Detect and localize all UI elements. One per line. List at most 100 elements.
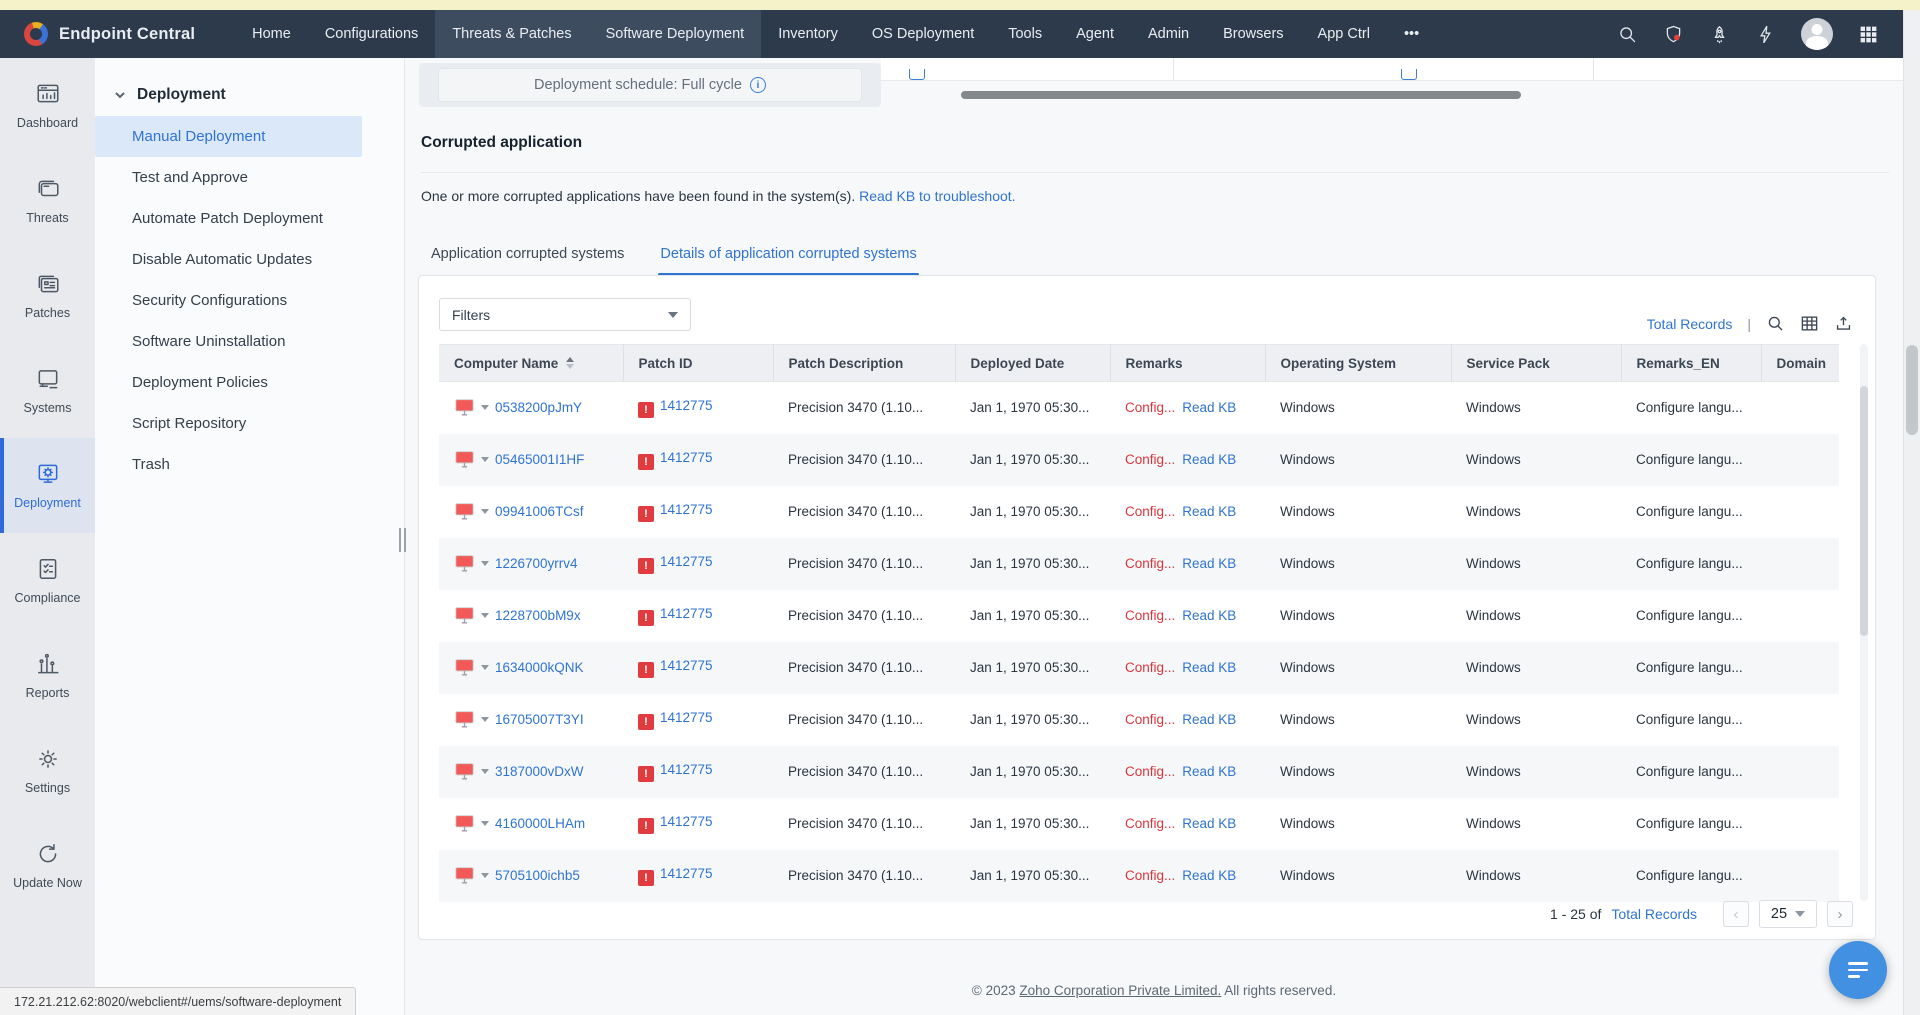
col-computer-name[interactable]: Computer Name: [439, 345, 623, 382]
1634000kQNK[interactable]: 1634000kQNK 1412775 Precision 3470 (1.10…: [439, 642, 1839, 694]
chevron-down-icon[interactable]: [481, 405, 489, 410]
rail-item-patches[interactable]: Patches: [0, 248, 95, 343]
page-size-select[interactable]: 25: [1759, 900, 1817, 928]
computer-icon[interactable]: [454, 814, 475, 833]
computer-name-link[interactable]: 1226700yrrv4: [495, 556, 578, 571]
read-kb-troubleshoot-link[interactable]: Read KB to troubleshoot.: [859, 188, 1015, 204]
sort-icon[interactable]: [566, 357, 574, 369]
patch-id-link[interactable]: 1412775: [660, 450, 713, 465]
avatar[interactable]: [1801, 18, 1833, 50]
patch-id-link[interactable]: 1412775: [660, 762, 713, 777]
total-records-link[interactable]: Total Records: [1647, 316, 1733, 332]
1226700yrrv4[interactable]: 1226700yrrv4 1412775 Precision 3470 (1.1…: [439, 538, 1839, 590]
computer-name-link[interactable]: 05465001I1HF: [495, 452, 584, 467]
5705100ichb5[interactable]: 5705100ichb5 1412775 Precision 3470 (1.1…: [439, 850, 1839, 902]
computer-name-link[interactable]: 16705007T3YI: [495, 712, 584, 727]
rail-item-update-now[interactable]: Update Now: [0, 818, 95, 913]
read-kb-link[interactable]: Read KB: [1182, 556, 1236, 571]
computer-icon[interactable]: [454, 710, 475, 729]
09941006TCsf[interactable]: 09941006TCsf 1412775 Precision 3470 (1.1…: [439, 486, 1839, 538]
nav-software-deployment[interactable]: Software Deployment: [589, 10, 762, 58]
nav-threats-patches[interactable]: Threats & Patches: [435, 10, 588, 58]
rail-item-threats[interactable]: Threats: [0, 153, 95, 248]
rail-item-settings[interactable]: Settings: [0, 723, 95, 818]
read-kb-link[interactable]: Read KB: [1182, 504, 1236, 519]
sidebar-item-trash[interactable]: Trash: [95, 444, 362, 485]
computer-name-link[interactable]: 09941006TCsf: [495, 504, 584, 519]
0538200pJmY[interactable]: 0538200pJmY 1412775 Precision 3470 (1.10…: [439, 382, 1839, 434]
computer-icon[interactable]: [454, 502, 475, 521]
chevron-down-icon[interactable]: [481, 613, 489, 618]
rail-item-dashboard[interactable]: Dashboard: [0, 58, 95, 153]
05465001I1HF[interactable]: 05465001I1HF 1412775 Precision 3470 (1.1…: [439, 434, 1839, 486]
sidebar-section-deployment[interactable]: Deployment: [95, 76, 404, 116]
sidebar-item-manual-deployment[interactable]: Manual Deployment: [95, 116, 362, 157]
column-chooser-icon[interactable]: [1800, 314, 1819, 333]
next-page-button[interactable]: ›: [1827, 901, 1853, 927]
chevron-down-icon[interactable]: [481, 561, 489, 566]
export-icon[interactable]: [1834, 314, 1853, 333]
16705007T3YI[interactable]: 16705007T3YI 1412775 Precision 3470 (1.1…: [439, 694, 1839, 746]
computer-icon[interactable]: [454, 762, 475, 781]
1228700bM9x[interactable]: 1228700bM9x 1412775 Precision 3470 (1.10…: [439, 590, 1839, 642]
rocket-icon[interactable]: [1709, 24, 1730, 45]
patch-id-link[interactable]: 1412775: [660, 658, 713, 673]
tab-application-corrupted-systems[interactable]: Application corrupted systems: [429, 240, 626, 276]
rail-item-reports[interactable]: Reports: [0, 628, 95, 723]
search-icon[interactable]: [1617, 24, 1638, 45]
brand[interactable]: Endpoint Central: [0, 10, 235, 58]
computer-name-link[interactable]: 4160000LHAm: [495, 816, 585, 831]
horizontal-scrollbar-thumb[interactable]: [961, 91, 1521, 99]
patch-id-link[interactable]: 1412775: [660, 398, 713, 413]
previous-page-button[interactable]: ‹: [1723, 901, 1749, 927]
nav-home[interactable]: Home: [235, 10, 308, 58]
quick-actions-fab[interactable]: [1829, 941, 1887, 999]
sidebar-resize-handle[interactable]: [399, 528, 406, 552]
filters-dropdown[interactable]: Filters: [439, 298, 691, 331]
col-remarks-en[interactable]: Remarks_EN: [1621, 345, 1761, 382]
tab-details-application-corrupted-systems[interactable]: Details of application corrupted systems: [658, 240, 918, 276]
read-kb-link[interactable]: Read KB: [1182, 452, 1236, 467]
sidebar-item-software-uninstallation[interactable]: Software Uninstallation: [95, 321, 362, 362]
computer-icon[interactable]: [454, 450, 475, 469]
nav-agent[interactable]: Agent: [1059, 10, 1131, 58]
sidebar-item-test-and-approve[interactable]: Test and Approve: [95, 157, 362, 198]
chevron-down-icon[interactable]: [481, 769, 489, 774]
4160000LHAm[interactable]: 4160000LHAm 1412775 Precision 3470 (1.10…: [439, 798, 1839, 850]
chevron-down-icon[interactable]: [481, 821, 489, 826]
chevron-down-icon[interactable]: [481, 509, 489, 514]
rail-item-deployment[interactable]: Deployment: [0, 438, 95, 533]
rail-item-systems[interactable]: Systems: [0, 343, 95, 438]
read-kb-link[interactable]: Read KB: [1182, 400, 1236, 415]
nav-configurations[interactable]: Configurations: [308, 10, 436, 58]
patch-id-link[interactable]: 1412775: [660, 502, 713, 517]
computer-icon[interactable]: [454, 606, 475, 625]
table-scrollbar-thumb[interactable]: [1860, 386, 1868, 636]
read-kb-link[interactable]: Read KB: [1182, 816, 1236, 831]
computer-name-link[interactable]: 1228700bM9x: [495, 608, 581, 623]
rail-item-compliance[interactable]: Compliance: [0, 533, 95, 628]
sidebar-item-script-repository[interactable]: Script Repository: [95, 403, 362, 444]
col-remarks[interactable]: Remarks: [1110, 345, 1265, 382]
nav-tools[interactable]: Tools: [991, 10, 1059, 58]
nav-os-deployment[interactable]: OS Deployment: [855, 10, 991, 58]
read-kb-link[interactable]: Read KB: [1182, 660, 1236, 675]
col-operating-system[interactable]: Operating System: [1265, 345, 1451, 382]
chevron-down-icon[interactable]: [481, 717, 489, 722]
patch-id-link[interactable]: 1412775: [660, 814, 713, 829]
search-icon[interactable]: [1766, 314, 1785, 333]
sidebar-item-security-configurations[interactable]: Security Configurations: [95, 280, 362, 321]
nav-more[interactable]: •••: [1387, 10, 1436, 58]
pagination-total-records-link[interactable]: Total Records: [1611, 906, 1697, 922]
read-kb-link[interactable]: Read KB: [1182, 608, 1236, 623]
patch-id-link[interactable]: 1412775: [660, 606, 713, 621]
chevron-down-icon[interactable]: [481, 665, 489, 670]
col-deployed-date[interactable]: Deployed Date: [955, 345, 1110, 382]
computer-name-link[interactable]: 5705100ichb5: [495, 868, 580, 883]
col-patch-description[interactable]: Patch Description: [773, 345, 955, 382]
computer-icon[interactable]: [454, 398, 475, 417]
read-kb-link[interactable]: Read KB: [1182, 868, 1236, 883]
computer-icon[interactable]: [454, 866, 475, 885]
lightning-icon[interactable]: [1755, 24, 1776, 45]
computer-name-link[interactable]: 3187000vDxW: [495, 764, 584, 779]
